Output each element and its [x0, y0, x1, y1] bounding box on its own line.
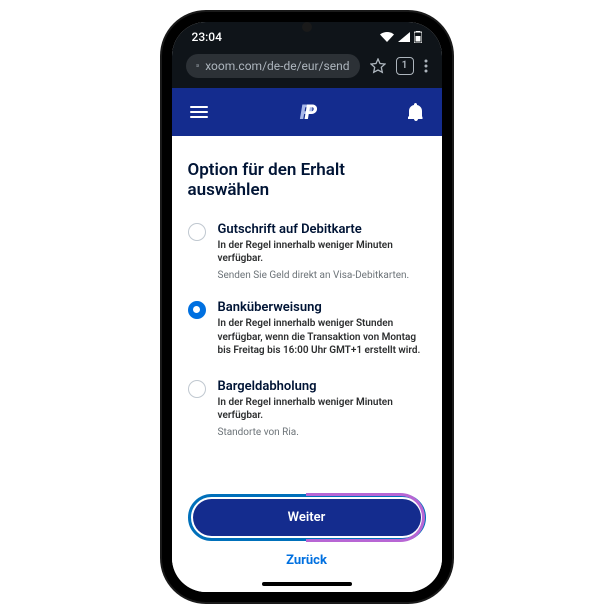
- battery-icon: [414, 31, 422, 43]
- option-desc: In der Regel innerhalb weniger Minuten v…: [218, 239, 426, 266]
- page-content: Option für den Erhalt auswählen Gutschri…: [172, 136, 442, 484]
- phone-screen: 23:04 xoom.com/de-de/eur/send 1 PP: [172, 22, 442, 592]
- hamburger-menu-icon[interactable]: [190, 106, 208, 118]
- camera-notch: [302, 22, 312, 32]
- option-desc: In der Regel innerhalb weniger Stunden v…: [218, 317, 426, 358]
- primary-button-highlight: Weiter: [188, 494, 426, 541]
- browser-bar: xoom.com/de-de/eur/send 1: [172, 48, 442, 88]
- option-title: Banküberweisung: [218, 300, 426, 315]
- home-indicator[interactable]: [262, 582, 352, 586]
- status-time: 23:04: [192, 30, 222, 44]
- phone-frame: 23:04 xoom.com/de-de/eur/send 1 PP: [162, 12, 452, 602]
- option-desc: In der Regel innerhalb weniger Minuten v…: [218, 396, 426, 423]
- url-text: xoom.com/de-de/eur/send: [205, 59, 349, 73]
- url-bar[interactable]: xoom.com/de-de/eur/send: [186, 54, 360, 78]
- paypal-logo[interactable]: PP: [300, 100, 315, 124]
- option-debit-card[interactable]: Gutschrift auf Debitkarte In der Regel i…: [188, 222, 426, 283]
- option-note: Standorte von Ria.: [218, 426, 426, 440]
- page-title: Option für den Erhalt auswählen: [188, 160, 426, 200]
- radio-bank-transfer[interactable]: [188, 301, 206, 319]
- app-header: PP: [172, 88, 442, 136]
- site-settings-icon: [196, 59, 200, 73]
- radio-cash-pickup[interactable]: [188, 380, 206, 398]
- star-icon[interactable]: [370, 58, 386, 74]
- option-bank-transfer[interactable]: Banküberweisung In der Regel innerhalb w…: [188, 300, 426, 361]
- signal-icon: [398, 32, 410, 42]
- option-title: Bargeldabholung: [218, 379, 426, 394]
- notifications-icon[interactable]: [408, 103, 424, 121]
- option-title: Gutschrift auf Debitkarte: [218, 222, 426, 237]
- radio-debit-card[interactable]: [188, 223, 206, 241]
- browser-menu-icon[interactable]: [424, 59, 428, 73]
- page-footer: Weiter Zurück: [172, 484, 442, 592]
- status-icons: [380, 31, 422, 43]
- continue-button[interactable]: Weiter: [193, 499, 421, 536]
- option-note: Senden Sie Geld direkt an Visa-Debitkart…: [218, 269, 426, 283]
- tab-count[interactable]: 1: [396, 57, 414, 75]
- option-cash-pickup[interactable]: Bargeldabholung In der Regel innerhalb w…: [188, 379, 426, 440]
- back-button[interactable]: Zurück: [188, 553, 426, 568]
- wifi-icon: [380, 32, 394, 42]
